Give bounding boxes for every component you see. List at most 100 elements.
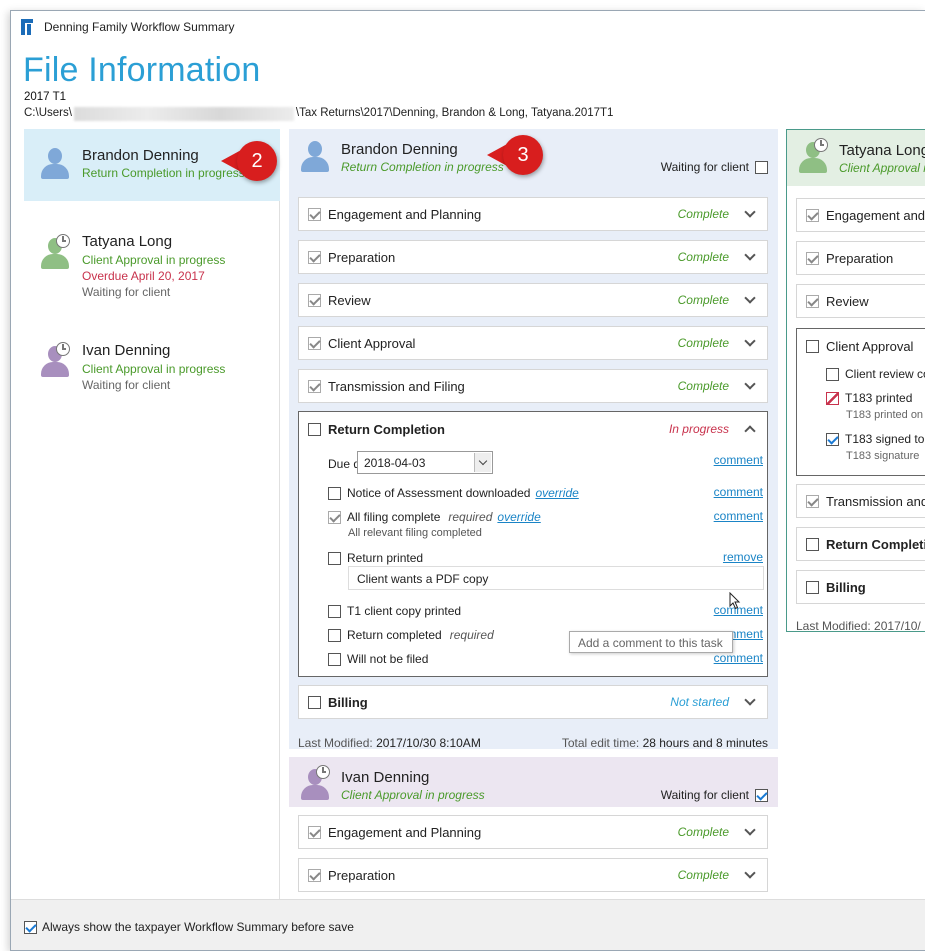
task-checkbox[interactable] [826,432,839,446]
stage-checkbox[interactable] [806,251,819,265]
stage-label: Preparation [328,249,396,265]
taxpayer-status: Client Approval in progress [82,362,226,376]
stage-checkbox[interactable] [806,580,819,594]
task-note: T183 signature [846,450,920,462]
override-link[interactable]: override [535,486,578,500]
stage-checkbox[interactable] [308,336,321,350]
stage-header[interactable]: Return Completion In progress [299,412,767,446]
waiting-checkbox[interactable] [755,788,768,802]
stage-header[interactable]: Client Approval [806,339,913,354]
taxpayer-name: Ivan Denning [82,342,171,359]
always-show-option[interactable]: Always show the taxpayer Workflow Summar… [24,920,354,934]
task-checkbox[interactable] [328,486,341,500]
task-checkbox[interactable] [328,510,341,524]
panel-taxpayer-status: Client Approval in progress [839,161,925,175]
file-path: C:\Users\ \Tax Returns\2017\Denning, Bra… [24,107,613,121]
chevron-down-icon[interactable] [743,207,757,221]
remove-link[interactable]: remove [723,550,763,564]
chevron-down-icon[interactable] [743,825,757,839]
stage-checkbox[interactable] [806,537,819,551]
task-t183-signed: T183 signed to [826,432,924,446]
stage-transmission-filing[interactable]: Transmission and Filing [796,484,925,518]
stage-checkbox[interactable] [806,340,819,353]
waiting-checkbox[interactable] [755,160,768,174]
stage-status: Complete [677,825,729,839]
stage-checkbox[interactable] [806,294,819,308]
task-checkbox[interactable] [328,604,341,618]
chevron-down-icon[interactable] [743,868,757,882]
chevron-down-icon[interactable] [743,336,757,350]
taxpayer-item-tatyana[interactable]: Tatyana Long Client Approval in progress… [24,225,280,305]
chevron-down-icon[interactable] [743,379,757,393]
stage-review[interactable]: Review [796,284,925,318]
task-checkbox[interactable] [328,628,341,642]
stage-checkbox[interactable] [308,293,321,307]
stage-billing[interactable]: Billing [796,570,925,604]
chevron-down-icon[interactable] [474,453,491,472]
chevron-up-icon[interactable] [743,422,757,436]
comment-link[interactable]: comment [714,509,763,523]
task-checkbox[interactable] [826,391,839,405]
panel-taxpayer-name: Ivan Denning [341,769,430,786]
taxpayer-item-ivan[interactable]: Ivan Denning Client Approval in progress… [24,333,280,405]
redacted-path [73,107,294,121]
stage-transmission-filing[interactable]: Transmission and Filing Complete [298,369,768,403]
panel-taxpayer-name: Tatyana Long [839,142,925,159]
task-return-printed: Return printed [328,550,423,566]
stage-label: Billing [826,579,866,595]
task-checkbox[interactable] [826,367,839,381]
chevron-down-icon[interactable] [743,250,757,264]
stage-checkbox[interactable] [308,207,321,221]
stage-review[interactable]: Review Complete [298,283,768,317]
page-title: File Information [23,51,261,89]
chevron-down-icon[interactable] [743,695,757,709]
edit-time-value: 28 hours and 8 minutes [642,736,768,750]
stage-checkbox[interactable] [308,250,321,264]
stage-status: Not started [670,695,729,709]
task-checkbox[interactable] [328,551,341,565]
override-link[interactable]: override [497,510,540,524]
stage-checkbox[interactable] [308,825,321,839]
task-checkbox[interactable] [328,652,341,666]
waiting-text: Waiting for client [82,285,171,299]
comment-link[interactable]: comment [714,453,763,467]
chevron-down-icon[interactable] [743,293,757,307]
stage-checkbox[interactable] [308,695,321,709]
panel-taxpayer-status: Return Completion in progress [341,160,504,174]
comment-link[interactable]: comment [714,651,763,665]
task-client-review: Client review completed [826,367,925,381]
person-waiting-icon [299,765,331,800]
stage-label: Client Approval [826,339,914,354]
stage-engagement-planning[interactable]: Engagement and Planning Complete [298,815,768,849]
stage-checkbox[interactable] [308,422,321,436]
due-date-value: 2018-04-03 [364,456,426,470]
panel-taxpayer-status: Client Approval in progress [341,788,485,802]
stage-return-completion[interactable]: Return Completion [796,527,925,561]
task-comment-field[interactable]: Client wants a PDF copy [348,566,764,590]
due-date-select[interactable]: 2018-04-03 [357,451,493,474]
stage-preparation[interactable]: Preparation Complete [298,858,768,892]
stage-checkbox[interactable] [308,379,321,393]
stage-checkbox[interactable] [806,208,819,222]
tatyana-workflow-panel: Tatyana Long Client Approval in progress… [786,129,925,632]
title-bar: Denning Family Workflow Summary [11,11,925,43]
stage-label: Review [328,292,371,308]
overdue-text: Overdue April 20, 2017 [82,269,205,283]
stage-checkbox[interactable] [806,494,819,508]
waiting-label: Waiting for client [660,160,749,174]
stage-preparation[interactable]: Preparation [796,241,925,275]
stage-status: In progress [668,422,729,436]
stage-checkbox[interactable] [308,868,321,882]
always-show-checkbox[interactable] [24,920,37,934]
stage-engagement-planning[interactable]: Engagement and Planning Complete [298,197,768,231]
last-modified: Last Modified: 2017/10/30 8:10AM [298,736,481,750]
waiting-for-client[interactable]: Waiting for client [661,160,768,174]
stage-preparation[interactable]: Preparation Complete [298,240,768,274]
task-label: T183 signed to [845,432,925,446]
waiting-for-client[interactable]: Waiting for client [661,788,768,802]
stage-engagement-planning[interactable]: Engagement and Planning [796,198,925,232]
stage-client-approval[interactable]: Client Approval Complete [298,326,768,360]
stage-billing[interactable]: Billing Not started [298,685,768,719]
task-t183-printed: T183 printed [826,391,912,405]
comment-link[interactable]: comment [714,485,763,499]
